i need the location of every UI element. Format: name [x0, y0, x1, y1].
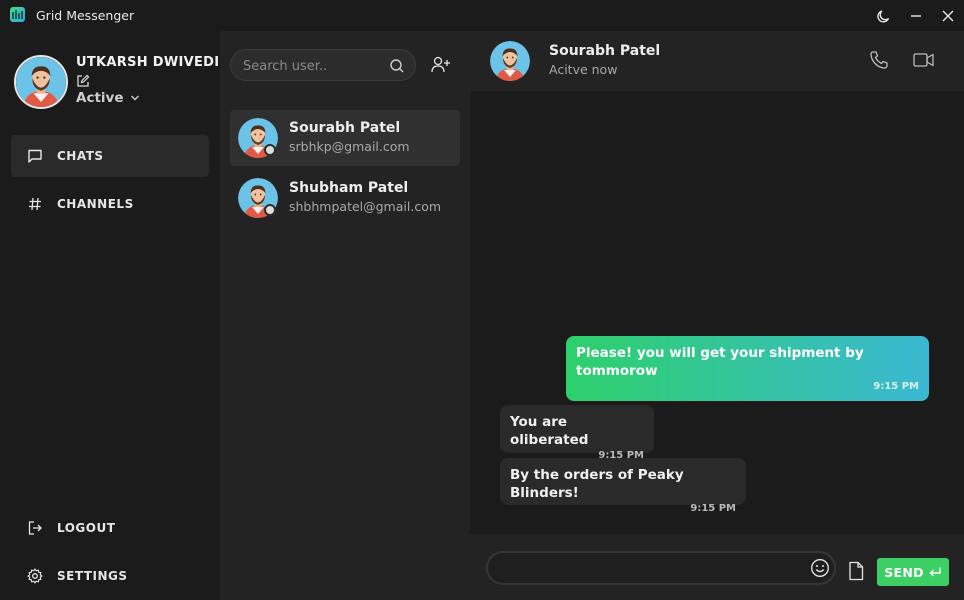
message-bubble-incoming: You are oliberated 9:15 PM — [500, 405, 654, 461]
logout-icon — [28, 521, 42, 535]
avatar[interactable] — [490, 41, 530, 81]
contacts-panel: Sourabh Patel srbhkp@gmail.com Shubham P… — [220, 31, 470, 600]
chat-header: Sourabh Patel Acitve now — [470, 31, 964, 91]
message-composer: SEND — [470, 534, 964, 600]
message-bubble-incoming: By the orders of Peaky Blinders! 9:15 PM — [500, 458, 746, 514]
emoji-icon[interactable] — [810, 558, 830, 578]
chat-panel: Sourabh Patel Acitve now Please! you wil… — [470, 31, 964, 600]
message-input[interactable] — [502, 559, 802, 577]
contact-name: Sourabh Patel — [289, 120, 401, 136]
video-camera-icon[interactable] — [912, 49, 936, 71]
logout-label: LOGOUT — [57, 521, 116, 535]
message-text: Please! you will get your shipment by to… — [576, 345, 864, 379]
nav-item-chats[interactable]: CHATS — [11, 135, 209, 177]
message-text: You are oliberated — [510, 414, 589, 448]
chat-contact-name: Sourabh Patel — [549, 43, 661, 59]
profile-avatar[interactable] — [14, 55, 68, 109]
hash-icon — [29, 197, 41, 211]
message-time: 9:15 PM — [690, 503, 736, 514]
contact-name: Shubham Patel — [289, 180, 409, 196]
close-icon[interactable] — [938, 6, 958, 26]
add-user-icon[interactable] — [430, 55, 452, 75]
send-button[interactable]: SEND — [877, 558, 949, 586]
status-label: Active — [76, 90, 124, 106]
presence-indicator — [264, 144, 276, 156]
dark-mode-toggle-icon[interactable] — [874, 6, 894, 26]
status-dropdown[interactable]: Active — [76, 90, 140, 106]
presence-indicator — [264, 204, 276, 216]
search-icon[interactable] — [389, 58, 405, 74]
nav-label-channels: CHANNELS — [57, 197, 134, 211]
message-bubble-outgoing: Please! you will get your shipment by to… — [566, 336, 929, 401]
message-time: 9:15 PM — [873, 381, 919, 392]
contact-email: srbhkp@gmail.com — [289, 139, 410, 154]
edit-profile-icon[interactable] — [76, 73, 90, 87]
chat-contact-status: Acitve now — [549, 62, 618, 77]
nav-item-channels[interactable]: CHANNELS — [11, 183, 209, 225]
contact-item[interactable]: Shubham Patel shbhmpatel@gmail.com — [230, 170, 460, 226]
message-text: By the orders of Peaky Blinders! — [510, 467, 684, 501]
message-box — [486, 551, 836, 585]
chevron-down-icon — [130, 95, 139, 101]
title-bar: Grid Messenger — [0, 0, 964, 31]
contact-item[interactable]: Sourabh Patel srbhkp@gmail.com — [230, 110, 460, 166]
sidebar: UTKARSH DWIVEDI Active CHATS CHANNELS LO… — [0, 31, 220, 600]
settings-button[interactable]: SETTINGS — [11, 555, 209, 597]
search-input[interactable] — [243, 56, 383, 76]
enter-arrow-icon — [929, 567, 941, 577]
logout-button[interactable]: LOGOUT — [11, 507, 209, 549]
app-logo-icon — [10, 7, 25, 22]
attach-file-icon[interactable] — [847, 561, 865, 581]
nav-label-chats: CHATS — [57, 149, 104, 163]
send-label: SEND — [884, 564, 924, 580]
search-box — [230, 49, 416, 81]
contact-email: shbhmpatel@gmail.com — [289, 199, 442, 214]
app-title: Grid Messenger — [36, 8, 135, 23]
profile-name: UTKARSH DWIVEDI — [76, 55, 220, 70]
gear-icon — [27, 568, 43, 584]
phone-icon[interactable] — [868, 49, 890, 71]
chat-bubble-icon — [28, 149, 42, 163]
settings-label: SETTINGS — [57, 569, 128, 583]
minimize-icon[interactable] — [906, 6, 926, 26]
